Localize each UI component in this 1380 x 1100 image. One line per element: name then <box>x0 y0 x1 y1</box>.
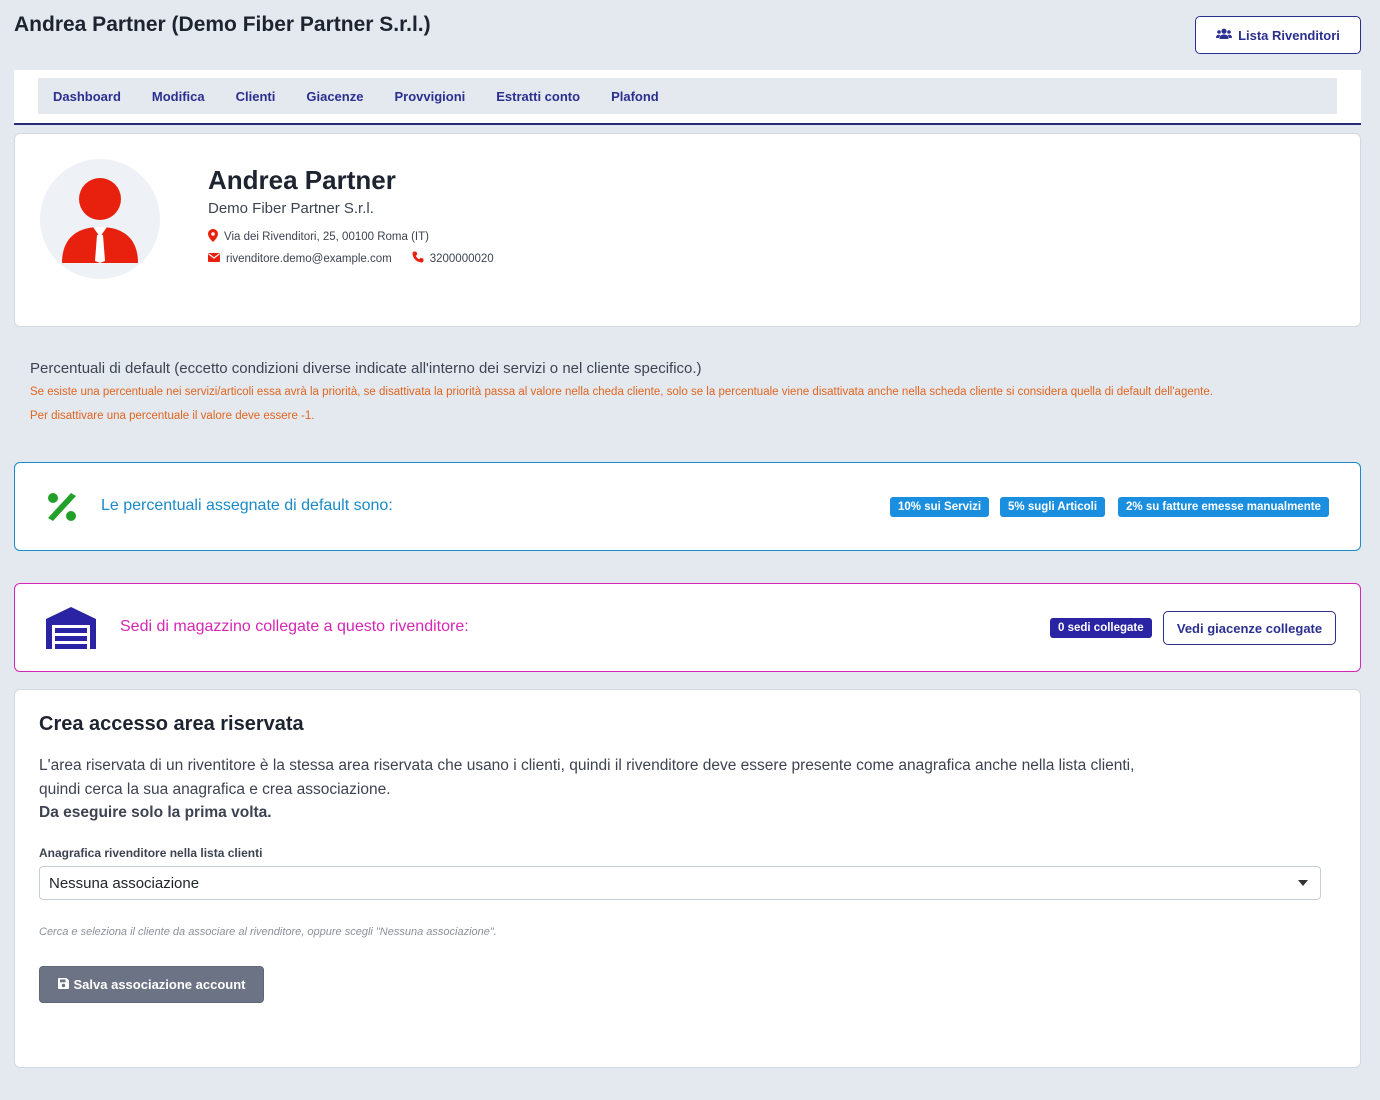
email-row: rivenditore.demo@example.com 3200000020 <box>208 251 494 266</box>
defaults-priority-note: Se esiste una percentuale nei servizi/ar… <box>30 386 1213 398</box>
access-text-line-3: Da eseguire solo la prima volta. <box>39 804 272 821</box>
address-row: Via dei Rivenditori, 25, 00100 Roma (IT) <box>208 229 429 245</box>
avatar <box>40 159 160 279</box>
profile-email[interactable]: rivenditore.demo@example.com <box>226 253 392 265</box>
linked-sites-badge: 0 sedi collegate <box>1050 618 1152 638</box>
badge-fatture-manuali: 2% su fatture emesse manualmente <box>1118 497 1329 517</box>
tab-provvigioni[interactable]: Provvigioni <box>394 89 465 104</box>
resellers-list-button[interactable]: Lista Rivenditori <box>1195 16 1361 54</box>
badge-servizi: 10% sui Servizi <box>890 497 990 517</box>
save-association-button[interactable]: Salva associazione account <box>39 966 264 1003</box>
tab-dashboard[interactable]: Dashboard <box>53 89 121 104</box>
default-percentages-card: Le percentuali assegnate di default sono… <box>14 462 1361 551</box>
percentages-label: Le percentuali assegnate di default sono… <box>101 497 393 514</box>
envelope-icon <box>208 252 220 265</box>
page-title: Andrea Partner (Demo Fiber Partner S.r.l… <box>14 13 431 36</box>
save-association-label: Salva associazione account <box>73 977 246 992</box>
save-icon <box>57 977 69 992</box>
tab-estratti-conto[interactable]: Estratti conto <box>496 89 580 104</box>
caret-down-icon <box>1298 880 1308 886</box>
tab-navigation: Dashboard Modifica Clienti Giacenze Prov… <box>14 70 1361 125</box>
map-marker-icon <box>208 229 218 245</box>
tab-clienti[interactable]: Clienti <box>236 89 276 104</box>
phone-icon <box>412 251 424 266</box>
warehouse-card: Sedi di magazzino collegate a questo riv… <box>14 583 1361 672</box>
badge-articoli: 5% sugli Articoli <box>1000 497 1106 517</box>
customer-select-label: Anagrafica rivenditore nella lista clien… <box>39 846 263 860</box>
reserved-area-access-card: Crea accesso area riservata L'area riser… <box>14 689 1361 1068</box>
tab-plafond[interactable]: Plafond <box>611 89 659 104</box>
tab-giacenze[interactable]: Giacenze <box>306 89 363 104</box>
profile-name: Andrea Partner <box>208 165 396 195</box>
view-linked-stock-button[interactable]: Vedi giacenze collegate <box>1163 611 1336 645</box>
customer-select-help: Cerca e seleziona il cliente da associar… <box>39 926 497 938</box>
resellers-list-label: Lista Rivenditori <box>1238 27 1340 43</box>
users-icon <box>1216 28 1233 43</box>
customer-select[interactable]: Nessuna associazione <box>39 866 1321 900</box>
defaults-title: Percentuali di default (eccetto condizio… <box>30 360 702 377</box>
access-title: Crea accesso area riservata <box>39 713 304 735</box>
customer-select-value: Nessuna associazione <box>49 874 200 892</box>
access-text-line-2: quindi cerca la sua anagrafica e crea as… <box>39 780 391 798</box>
profile-address: Via dei Rivenditori, 25, 00100 Roma (IT) <box>224 231 429 243</box>
default-percentages-info: Percentuali di default (eccetto condizio… <box>30 360 1350 422</box>
tab-modifica[interactable]: Modifica <box>152 89 205 104</box>
warehouse-label: Sedi di magazzino collegate a questo riv… <box>120 618 469 635</box>
access-description: L'area riservata di un riventitore è la … <box>39 754 1219 825</box>
percent-icon <box>45 490 79 529</box>
user-icon <box>62 178 138 263</box>
tab-bar: Dashboard Modifica Clienti Giacenze Prov… <box>38 78 1337 114</box>
access-text-line-1: L'area riservata di un riventitore è la … <box>39 757 1135 774</box>
profile-phone[interactable]: 3200000020 <box>430 253 494 265</box>
defaults-disable-note: Per disattivare una percentuale il valor… <box>30 410 315 422</box>
profile-card: Andrea Partner Demo Fiber Partner S.r.l.… <box>14 133 1361 327</box>
profile-company: Demo Fiber Partner S.r.l. <box>208 200 374 217</box>
warehouse-icon <box>46 607 96 654</box>
